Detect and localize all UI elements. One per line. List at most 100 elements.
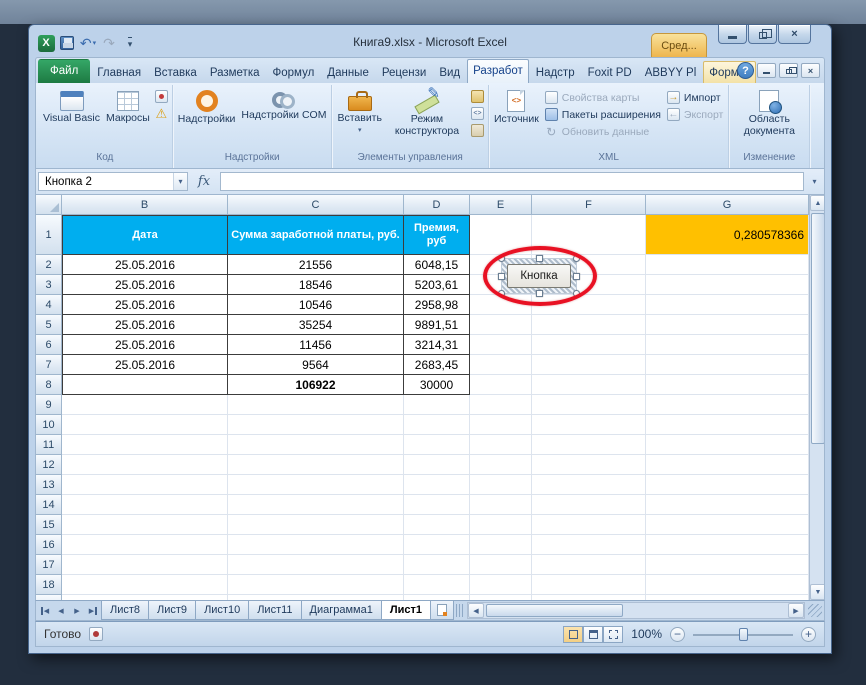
selection-handle-nw[interactable] <box>498 255 505 262</box>
row-header-1[interactable]: 1 <box>36 215 62 255</box>
sheet-nav-next-button[interactable]: ▶ <box>69 602 85 619</box>
help-button[interactable]: ? <box>737 62 754 79</box>
design-mode-button[interactable]: ✎ Режим конструктора <box>385 85 469 150</box>
cell-g7[interactable] <box>646 355 809 375</box>
row-header-5[interactable]: 5 <box>36 315 62 335</box>
cell-d6[interactable]: 3214,31 <box>404 335 470 355</box>
cell-b16[interactable] <box>62 535 228 555</box>
cell-f10[interactable] <box>532 415 646 435</box>
horizontal-scrollbar[interactable]: ◀ ▶ <box>466 602 805 619</box>
import-item[interactable]: → Импорт <box>666 91 723 104</box>
cell-d12[interactable] <box>404 455 470 475</box>
cell-e9[interactable] <box>470 395 532 415</box>
cell-b19[interactable] <box>62 595 228 600</box>
cell-c13[interactable] <box>228 475 404 495</box>
tab-formulas[interactable]: Формул <box>267 61 321 83</box>
row-header-19[interactable]: 19 <box>36 595 62 600</box>
zoom-slider[interactable] <box>693 627 793 642</box>
cell-f14[interactable] <box>532 495 646 515</box>
row-header-6[interactable]: 6 <box>36 335 62 355</box>
sheet-nav-last-button[interactable]: ▶ <box>85 602 101 619</box>
cell-g2[interactable] <box>646 255 809 275</box>
resize-grip[interactable] <box>808 604 822 617</box>
cell-c10[interactable] <box>228 415 404 435</box>
close-button[interactable]: × <box>778 25 811 44</box>
cell-b15[interactable] <box>62 515 228 535</box>
cell-c12[interactable] <box>228 455 404 475</box>
cell-e19[interactable] <box>470 595 532 600</box>
row-header-13[interactable]: 13 <box>36 475 62 495</box>
cell-g14[interactable] <box>646 495 809 515</box>
cell-e15[interactable] <box>470 515 532 535</box>
cell-c9[interactable] <box>228 395 404 415</box>
cell-c14[interactable] <box>228 495 404 515</box>
cell-f11[interactable] <box>532 435 646 455</box>
cell-b5[interactable]: 25.05.2016 <box>62 315 228 335</box>
com-addins-button[interactable]: Надстройки COM <box>238 86 329 150</box>
cell-e11[interactable] <box>470 435 532 455</box>
cell-g15[interactable] <box>646 515 809 535</box>
addins-button[interactable]: Надстройки <box>175 86 239 150</box>
cell-c19[interactable] <box>228 595 404 600</box>
qat-customize-button[interactable]: ▾ <box>121 34 139 52</box>
workbook-minimize-button[interactable] <box>757 63 776 78</box>
cell-b3[interactable]: 25.05.2016 <box>62 275 228 295</box>
macro-record-icon[interactable] <box>89 627 104 641</box>
cell-e12[interactable] <box>470 455 532 475</box>
row-header-12[interactable]: 12 <box>36 455 62 475</box>
cell-b7[interactable]: 25.05.2016 <box>62 355 228 375</box>
cell-f18[interactable] <box>532 575 646 595</box>
workbook-restore-button[interactable] <box>779 63 798 78</box>
cell-g9[interactable] <box>646 395 809 415</box>
cell-g13[interactable] <box>646 475 809 495</box>
row-header-17[interactable]: 17 <box>36 555 62 575</box>
column-header-f[interactable]: F <box>532 195 646 215</box>
minimize-button[interactable] <box>718 25 747 44</box>
name-box[interactable]: Кнопка 2 ▾ <box>38 172 188 191</box>
zoom-in-button[interactable]: + <box>801 626 816 642</box>
cell-e16[interactable] <box>470 535 532 555</box>
sheet-tab-1[interactable]: Лист8 <box>101 601 150 620</box>
tab-review[interactable]: Рецензи <box>376 61 432 83</box>
cell-b14[interactable] <box>62 495 228 515</box>
tab-add-ins[interactable]: Надстр <box>530 61 581 83</box>
cell-c8[interactable]: 106922 <box>228 375 404 395</box>
column-header-d[interactable]: D <box>404 195 470 215</box>
row-header-16[interactable]: 16 <box>36 535 62 555</box>
workbook-close-button[interactable]: × <box>801 63 820 78</box>
selection-handle-s[interactable] <box>536 290 543 297</box>
cell-f12[interactable] <box>532 455 646 475</box>
xml-source-button[interactable]: <> Источник <box>491 86 542 150</box>
cell-d3[interactable]: 5203,61 <box>404 275 470 295</box>
cell-b1[interactable]: Дата <box>62 215 228 255</box>
cell-b2[interactable]: 25.05.2016 <box>62 255 228 275</box>
insert-function-button[interactable]: fx <box>191 172 217 191</box>
cell-e14[interactable] <box>470 495 532 515</box>
document-panel-button[interactable]: Область документа <box>731 86 807 150</box>
cell-e7[interactable] <box>470 355 532 375</box>
cell-f1[interactable] <box>532 215 646 255</box>
cell-g10[interactable] <box>646 415 809 435</box>
tab-file[interactable]: Файл <box>38 59 91 83</box>
cell-g4[interactable] <box>646 295 809 315</box>
cell-d5[interactable]: 9891,51 <box>404 315 470 335</box>
cell-e10[interactable] <box>470 415 532 435</box>
cell-d4[interactable]: 2958,98 <box>404 295 470 315</box>
undo-button[interactable]: ↶ ▾ <box>79 34 97 52</box>
cell-e5[interactable] <box>470 315 532 335</box>
selection-handle-ne[interactable] <box>573 255 580 262</box>
row-header-10[interactable]: 10 <box>36 415 62 435</box>
cell-c15[interactable] <box>228 515 404 535</box>
cell-d16[interactable] <box>404 535 470 555</box>
cell-e6[interactable] <box>470 335 532 355</box>
scroll-down-icon[interactable]: ▼ <box>810 584 824 600</box>
column-header-c[interactable]: C <box>228 195 404 215</box>
cell-d11[interactable] <box>404 435 470 455</box>
cell-f9[interactable] <box>532 395 646 415</box>
record-macro-icon[interactable] <box>154 90 168 103</box>
cell-d15[interactable] <box>404 515 470 535</box>
cell-e4[interactable] <box>470 295 532 315</box>
cell-c11[interactable] <box>228 435 404 455</box>
run-dialog-icon[interactable] <box>470 124 484 137</box>
row-header-11[interactable]: 11 <box>36 435 62 455</box>
